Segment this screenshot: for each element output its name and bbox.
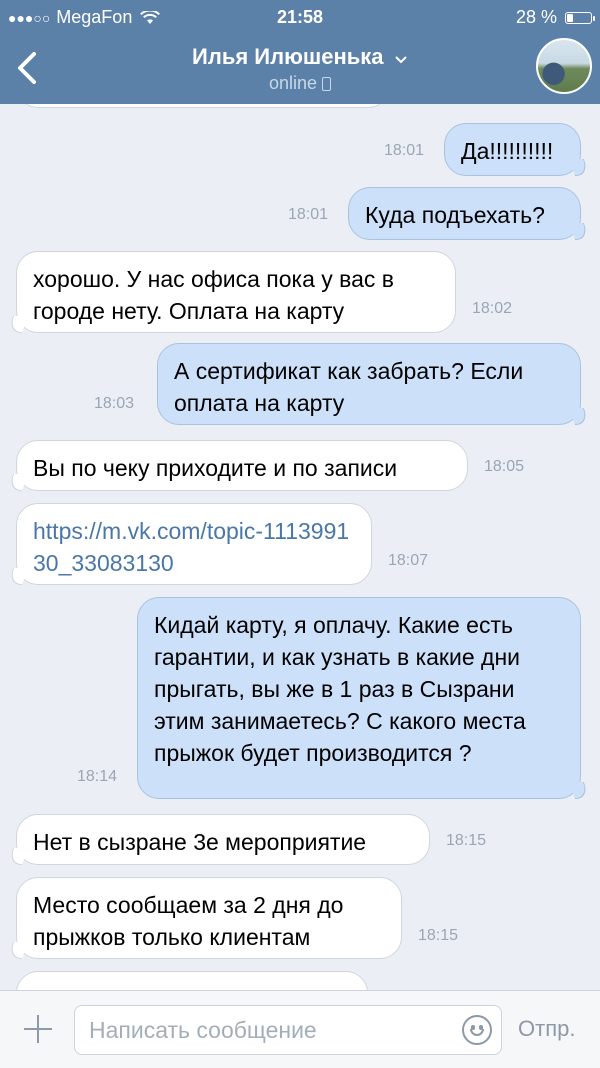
message-composer: Написать сообщение Отпр. [0, 990, 600, 1068]
message-time: 18:01 [288, 206, 329, 223]
message-text: Кидай карту, я оплачу. Какие есть гарант… [154, 612, 526, 766]
message-bubble-outgoing[interactable]: Да!!!!!!!!!! [444, 123, 581, 176]
message-bubble-incoming[interactable]: хорошо. У нас офиса пока у вас в городе … [16, 251, 456, 333]
message-link[interactable]: https://m.vk.com/topic-111399130_3308313… [33, 515, 358, 579]
avatar[interactable] [536, 38, 592, 94]
message-time: 18:15 [418, 927, 459, 944]
chat-header: ●●●○○ MegaFon 21:58 28 % Илья Илюшенька … [0, 0, 600, 104]
message-text: А сертификат как забрать? Если оплата на… [174, 358, 524, 416]
message-bubble-outgoing[interactable]: Куда подъехать? [348, 187, 581, 240]
chevron-down-icon [395, 56, 407, 64]
emoji-smiley-icon[interactable] [462, 1015, 492, 1045]
message-time: 18:15 [446, 832, 487, 849]
message-bubble-incoming[interactable]: Нет в сызране 3е мероприятие [16, 814, 430, 865]
message-list[interactable]: Да!!!!!!!!!! 18:01 Куда подъехать? 18:01… [0, 0, 600, 1031]
chat-title-area[interactable]: Илья Илюшенька online [0, 44, 600, 94]
message-text: хорошо. У нас офиса пока у вас в городе … [33, 266, 395, 324]
message-text: Вы по чеку приходите и по записи [33, 455, 398, 481]
message-time: 18:02 [472, 300, 513, 317]
attach-plus-icon[interactable] [22, 1013, 54, 1045]
message-input[interactable]: Написать сообщение [74, 1005, 502, 1055]
status-time: 21:58 [276, 7, 324, 27]
message-bubble-incoming[interactable]: Место сообщаем за 2 дня до прыжков тольк… [16, 877, 402, 959]
mobile-phone-icon [322, 77, 332, 91]
message-text: Да!!!!!!!!!! [461, 138, 554, 164]
message-text: Куда подъехать? [365, 202, 545, 228]
battery-icon [565, 11, 595, 24]
message-bubble-incoming[interactable]: https://m.vk.com/topic-111399130_3308313… [16, 503, 372, 585]
message-time: 18:07 [388, 552, 429, 569]
message-time: 18:05 [484, 458, 525, 475]
message-bubble-outgoing[interactable]: А сертификат как забрать? Если оплата на… [157, 343, 581, 425]
battery-percent: 28 % [515, 7, 557, 27]
message-bubble-outgoing[interactable]: Кидай карту, я оплачу. Какие есть гарант… [137, 597, 581, 799]
message-time: 18:03 [94, 395, 135, 412]
message-input-placeholder: Написать сообщение [89, 1017, 317, 1043]
online-status: online [268, 73, 318, 93]
message-text: Место сообщаем за 2 дня до прыжков тольк… [33, 892, 344, 950]
message-time: 18:01 [384, 142, 425, 159]
message-time: 18:14 [77, 768, 118, 785]
message-text: Нет в сызране 3е мероприятие [33, 829, 367, 855]
send-button[interactable]: Отпр. [518, 1016, 575, 1042]
status-bar: ●●●○○ MegaFon 21:58 28 % [0, 0, 600, 34]
contact-name: Илья Илюшенька [192, 44, 384, 69]
message-bubble-incoming[interactable]: Вы по чеку приходите и по записи [16, 440, 468, 491]
